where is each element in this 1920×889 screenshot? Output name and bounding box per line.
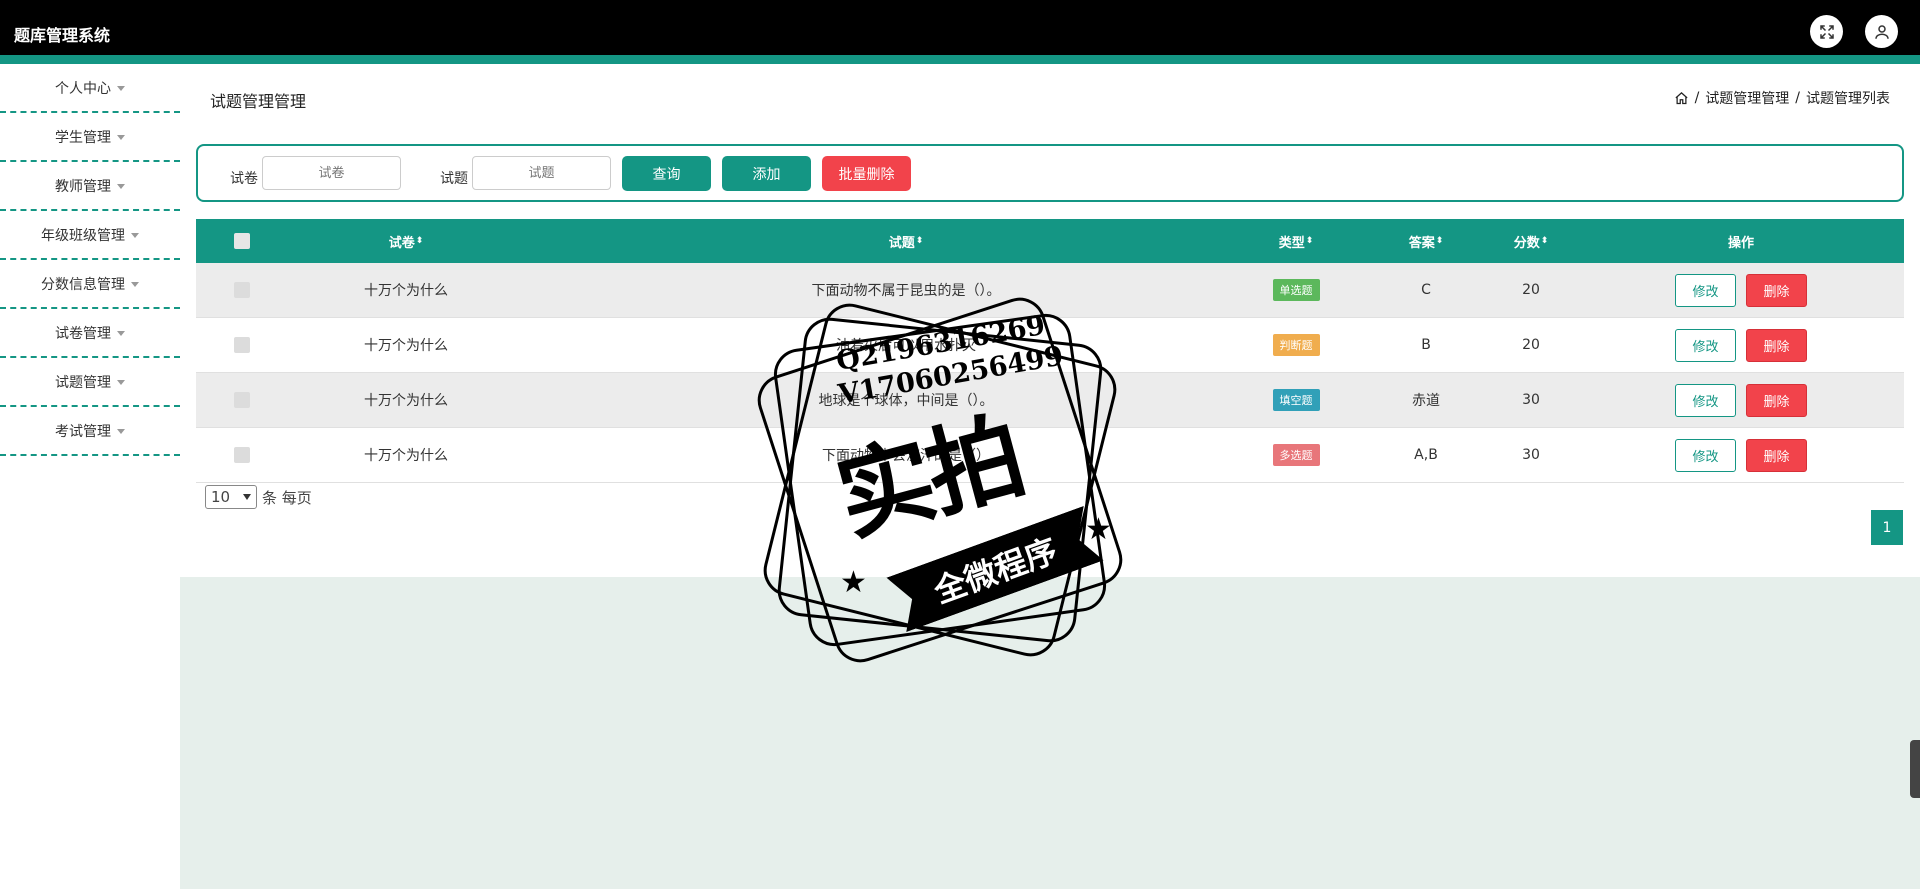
question-cell: 地球是个球体，中间是（）。 [818,393,994,409]
caret-down-icon [131,233,139,238]
type-tag: 多选题 [1272,444,1320,466]
header-type[interactable]: 类型 ⬍ [1226,219,1366,263]
paper-cell: 十万个为什么 [364,283,448,299]
edit-button[interactable]: 修改 [1675,438,1736,472]
row-checkbox[interactable] [234,447,250,463]
sidebar-item-students[interactable]: 学生管理 [0,113,180,162]
sort-icon: ⬍ [1435,236,1444,246]
fullscreen-icon[interactable] [1810,15,1843,48]
chevron-down-icon [243,494,251,500]
batch-delete-button[interactable]: 批量删除 [822,156,911,191]
select-all-checkbox[interactable] [234,233,250,249]
sidebar-item-teachers[interactable]: 教师管理 [0,162,180,211]
app-title: 题库管理系统 [14,26,111,45]
header-answer[interactable]: 答案 ⬍ [1366,219,1486,263]
delete-button[interactable]: 删除 [1746,438,1807,472]
caret-down-icon [117,331,125,336]
table-row: 十万个为什么 下面动物不属于昆虫的是（）。 单选题 C 20 修改 删除 [196,263,1904,318]
type-tag: 填空题 [1272,389,1320,411]
delete-button[interactable]: 删除 [1746,328,1807,362]
query-button[interactable]: 查询 [622,156,711,191]
edit-button[interactable]: 修改 [1675,328,1736,362]
question-cell: 下面动物不属于昆虫的是（）。 [811,283,1001,299]
header-paper[interactable]: 试卷 ⬍ [296,219,516,263]
row-checkbox[interactable] [234,392,250,408]
star-icon: ★ [1085,512,1112,547]
sidebar-item-questions[interactable]: 试题管理 [0,358,180,407]
sidebar: 个人中心 学生管理 教师管理 年级班级管理 分数信息管理 试卷管理 试题管理 考… [0,64,180,456]
answer-cell: A,B [1414,447,1438,463]
breadcrumb-level1[interactable]: 试题管理管理 [1705,88,1789,108]
edit-button[interactable]: 修改 [1675,383,1736,417]
side-scroll-handle[interactable] [1910,740,1920,798]
score-cell: 30 [1522,447,1540,463]
caret-down-icon [117,429,125,434]
page-size-control: 10 条 每页 [205,485,312,509]
sort-icon: ⬍ [1305,236,1314,246]
page-button-1[interactable]: 1 [1871,510,1903,545]
user-icon[interactable] [1865,15,1898,48]
paper-search-input[interactable] [262,156,401,190]
caret-down-icon [117,380,125,385]
page-size-select[interactable]: 10 [205,485,257,509]
table-row: 十万个为什么 油着火后可以用水扑灭 判断题 B 20 修改 删除 [196,318,1904,373]
header-score[interactable]: 分数 ⬍ [1486,219,1576,263]
paper-label: 试卷 [230,171,258,187]
sidebar-item-personal-center[interactable]: 个人中心 [0,64,180,113]
caret-down-icon [117,86,125,91]
top-accent-bar [0,55,1920,64]
search-panel: 试卷 试题 查询 添加 批量删除 [196,144,1904,202]
header-question[interactable]: 试题 ⬍ [616,219,1196,263]
row-checkbox[interactable] [234,282,250,298]
table-header: 试卷 ⬍ 试题 ⬍ 类型 ⬍ 答案 ⬍ 分数 ⬍ 操作 [196,219,1904,263]
home-icon[interactable] [1674,91,1689,106]
sort-icon: ⬍ [915,236,924,246]
delete-button[interactable]: 删除 [1746,273,1807,307]
question-search-input[interactable] [472,156,611,190]
content-background [180,577,1920,889]
sidebar-item-grades-classes[interactable]: 年级班级管理 [0,211,180,260]
type-tag: 单选题 [1272,279,1320,301]
breadcrumb: / 试题管理管理 / 试题管理列表 [1674,88,1890,108]
per-page-label: 条 每页 [262,488,312,507]
header-actions: 操作 [1727,235,1754,251]
answer-cell: 赤道 [1412,393,1440,409]
type-tag: 判断题 [1272,334,1320,356]
question-cell: 油着火后可以用水扑灭 [836,338,976,354]
sort-icon: ⬍ [415,236,424,246]
questions-table: 试卷 ⬍ 试题 ⬍ 类型 ⬍ 答案 ⬍ 分数 ⬍ 操作 十万个为什么 下面动物不属于昆虫的… [196,219,1904,483]
paper-cell: 十万个为什么 [364,393,448,409]
sidebar-item-scores[interactable]: 分数信息管理 [0,260,180,309]
top-bar: 题库管理系统 [0,0,1920,55]
paper-cell: 十万个为什么 [364,338,448,354]
caret-down-icon [117,135,125,140]
table-row: 十万个为什么 下面动物中会流汗的是（） 多选题 A,B 30 修改 删除 [196,428,1904,483]
sidebar-item-exams[interactable]: 考试管理 [0,407,180,456]
add-button[interactable]: 添加 [722,156,811,191]
caret-down-icon [131,282,139,287]
caret-down-icon [117,184,125,189]
page-title: 试题管理管理 [210,92,307,111]
question-cell: 下面动物中会流汗的是（） [822,448,990,464]
answer-cell: B [1421,337,1431,353]
score-cell: 20 [1522,337,1540,353]
breadcrumb-level2: 试题管理列表 [1806,91,1890,107]
edit-button[interactable]: 修改 [1675,273,1736,307]
sidebar-item-papers[interactable]: 试卷管理 [0,309,180,358]
score-cell: 20 [1522,282,1540,298]
table-row: 十万个为什么 地球是个球体，中间是（）。 填空题 赤道 30 修改 删除 [196,373,1904,428]
score-cell: 30 [1522,392,1540,408]
delete-button[interactable]: 删除 [1746,383,1807,417]
sort-icon: ⬍ [1540,236,1549,246]
question-label: 试题 [440,171,468,187]
row-checkbox[interactable] [234,337,250,353]
answer-cell: C [1421,282,1431,298]
paper-cell: 十万个为什么 [364,448,448,464]
